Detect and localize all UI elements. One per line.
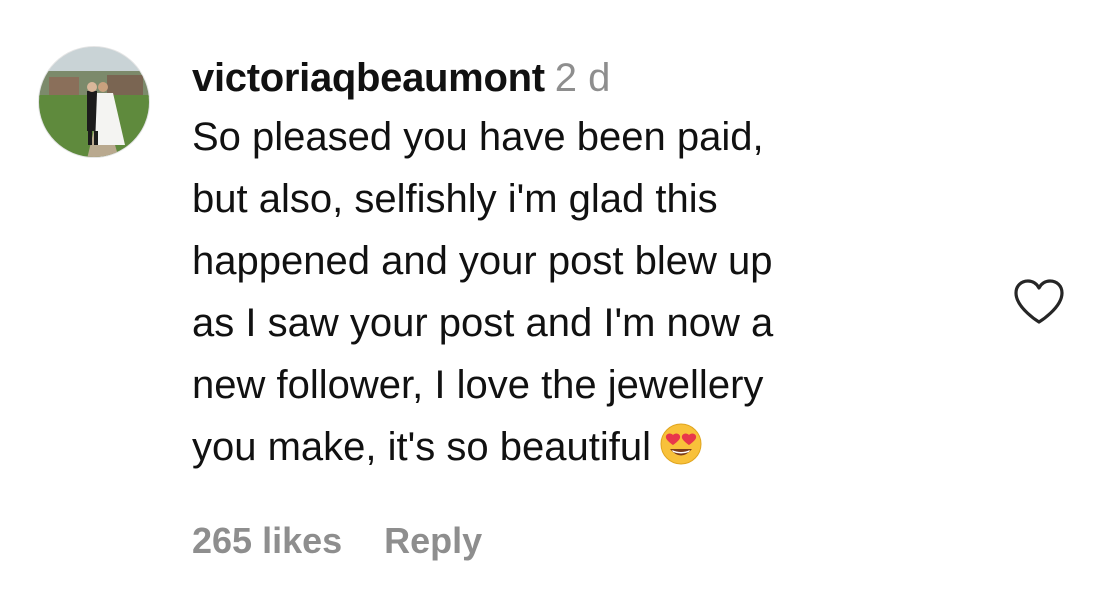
comment-line: but also, selfishly i'm glad this [192,177,718,221]
comment-line: as I saw your post and I'm now a [192,301,774,345]
comment-line-text: you make, it's so beautiful [192,425,651,469]
comment-line: happened and your post blew up [192,239,773,283]
comment-content: victoriaqbeaumont 2 d So pleased you have… [192,52,982,478]
comment-line: new follower, I love the jewellery [192,363,764,407]
avatar[interactable] [38,46,150,158]
heart-eyes-emoji-icon [659,422,703,466]
heart-outline-icon [1014,279,1064,324]
username-link[interactable]: victoriaqbeaumont [192,56,545,100]
likes-count-button[interactable]: 265 likes [192,520,342,561]
comment: victoriaqbeaumont 2 d So pleased you have… [0,0,1108,612]
comment-line: So pleased you have been paid, [192,115,764,159]
comment-text: So pleased you have been paid, but also,… [192,106,982,478]
comment-timestamp: 2 d [554,56,611,100]
avatar-photo [39,47,149,157]
comment-line-last: you make, it's so beautiful [192,416,982,478]
like-button[interactable] [1012,278,1066,326]
reply-button[interactable]: Reply [384,520,482,561]
comment-footer: 265 likes Reply [192,520,482,562]
comment-header: victoriaqbeaumont 2 d [192,52,982,104]
